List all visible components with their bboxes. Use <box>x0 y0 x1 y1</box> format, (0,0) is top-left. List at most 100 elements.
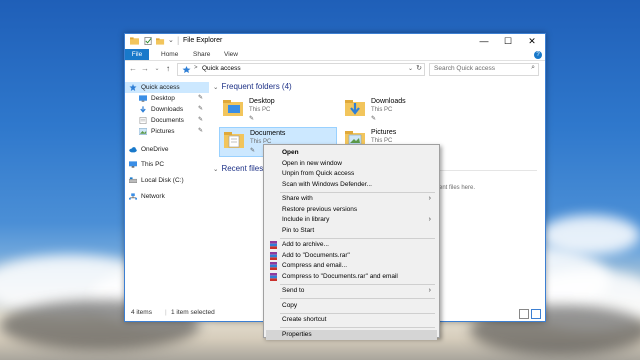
sidebar-item-label: Quick access <box>141 84 180 91</box>
sidebar-item-this-pc[interactable]: This PC <box>125 159 209 170</box>
menu-item-open[interactable]: Open <box>266 148 437 158</box>
submenu-arrow-icon: › <box>428 216 431 223</box>
large-icons-view-icon[interactable] <box>531 309 541 319</box>
search-box[interactable]: Search Quick access ⌕ <box>429 63 539 76</box>
menu-item-copy[interactable]: Copy <box>266 301 437 311</box>
sidebar-item-documents[interactable]: Documents ✎ <box>125 115 209 126</box>
properties-quick-icon[interactable] <box>144 37 153 45</box>
sidebar-item-onedrive[interactable]: OneDrive <box>125 144 209 155</box>
menu-item-properties[interactable]: Properties <box>266 329 437 340</box>
pin-icon: ✎ <box>197 95 203 101</box>
menu-item-open-in-new-window[interactable]: Open in new window <box>266 159 437 169</box>
menu-item-share-with[interactable]: Share with › <box>266 194 437 204</box>
tab-share[interactable]: Share <box>193 49 210 60</box>
pictures-folder-icon <box>139 128 147 135</box>
sidebar-item-label: OneDrive <box>141 146 169 153</box>
sidebar-item-local-disk[interactable]: Local Disk (C:) <box>125 175 209 186</box>
refresh-icon[interactable]: ↻ <box>416 64 422 72</box>
frequent-folders-header[interactable]: ⌄ Frequent folders (4) <box>213 82 292 91</box>
folder-app-icon <box>130 37 139 45</box>
submenu-arrow-icon: › <box>428 195 431 202</box>
ribbon-tab-bar: File Home Share View ? <box>125 49 545 61</box>
menu-separator <box>280 237 435 239</box>
menu-item-pin-to-start[interactable]: Pin to Start <box>266 226 437 236</box>
menu-item-label: Unpin from Quick access <box>282 170 355 177</box>
winrar-icon <box>270 272 277 281</box>
sidebar-item-label: Local Disk (C:) <box>141 177 184 184</box>
menu-separator <box>280 312 435 314</box>
pin-icon: ✎ <box>371 116 377 122</box>
disk-icon <box>129 177 137 183</box>
tab-view[interactable]: View <box>224 49 238 60</box>
recent-locations-dropdown[interactable]: ⌄ <box>152 63 162 75</box>
minimize-button[interactable]: — <box>473 34 495 49</box>
close-button[interactable]: ✕ <box>521 34 543 49</box>
menu-separator <box>280 283 435 285</box>
sidebar-item-label: Desktop <box>151 95 175 102</box>
menu-item-scan-with-windows-defender[interactable]: Scan with Windows Defender... <box>266 180 437 190</box>
menu-item-label: Restore previous versions <box>282 205 358 213</box>
menu-item-create-shortcut[interactable]: Create shortcut <box>266 315 437 325</box>
menu-item-label: Open <box>282 149 299 156</box>
customize-quick-access-dropdown-icon[interactable]: ⌄ <box>168 36 174 44</box>
forward-button[interactable]: → <box>140 63 150 75</box>
network-icon <box>129 193 137 200</box>
desktop-folder-icon <box>223 100 243 116</box>
onedrive-icon <box>129 147 137 153</box>
folder-tile-downloads[interactable]: Downloads This PC ✎ <box>341 96 457 124</box>
chevron-down-icon: ⌄ <box>213 84 219 91</box>
details-view-icon[interactable] <box>519 309 529 319</box>
menu-item-compress-to-documents-rar-and-email[interactable]: Compress to "Documents.rar" and email <box>266 272 437 282</box>
search-icon: ⌕ <box>531 64 535 71</box>
pin-icon: ✎ <box>197 128 203 134</box>
submenu-arrow-icon: › <box>428 287 431 294</box>
menu-item-label: Open in new window <box>282 159 342 167</box>
address-dropdown-icon[interactable]: ⌄ <box>408 65 413 72</box>
menu-item-label: Share with <box>282 195 313 202</box>
help-icon[interactable]: ? <box>534 51 542 59</box>
search-input[interactable]: Search Quick access <box>434 65 495 72</box>
sidebar-item-desktop[interactable]: Desktop ✎ <box>125 93 209 104</box>
tab-file[interactable]: File <box>125 49 149 60</box>
tab-home[interactable]: Home <box>161 49 178 60</box>
menu-item-unpin-from-quick-access[interactable]: Unpin from Quick access <box>266 169 437 179</box>
menu-item-label: Properties <box>282 330 312 338</box>
back-button[interactable]: ← <box>128 63 138 75</box>
menu-item-label: Send to <box>282 287 305 294</box>
pin-icon: ✎ <box>197 117 203 123</box>
title-divider: | <box>177 35 180 45</box>
sidebar-item-quick-access[interactable]: Quick access <box>125 82 209 93</box>
new-folder-quick-icon[interactable] <box>156 37 165 45</box>
menu-item-add-to-documents-rar[interactable]: Add to "Documents.rar" <box>266 251 437 261</box>
sidebar-item-pictures[interactable]: Pictures ✎ <box>125 126 209 137</box>
sidebar-item-label: This PC <box>141 161 165 168</box>
frequent-folders-label: Frequent folders (4) <box>221 82 292 91</box>
selection-count: 1 item selected <box>171 309 215 316</box>
pin-icon: ✎ <box>197 106 203 112</box>
computer-icon <box>129 161 137 168</box>
menu-item-compress-and-email[interactable]: Compress and email... <box>266 261 437 271</box>
sidebar-item-label: Documents <box>151 117 184 124</box>
folder-location: This PC <box>371 107 393 113</box>
menu-item-send-to[interactable]: Send to › <box>266 286 437 296</box>
recent-files-header[interactable]: ⌄ Recent files <box>213 164 263 173</box>
sidebar-item-downloads[interactable]: Downloads ✎ <box>125 104 209 115</box>
menu-item-restore-previous-versions[interactable]: Restore previous versions <box>266 205 437 215</box>
documents-folder-icon <box>224 132 244 148</box>
menu-item-add-to-archive[interactable]: Add to archive... <box>266 240 437 250</box>
menu-item-label: Add to "Documents.rar" <box>282 251 350 259</box>
item-count: 4 items <box>131 309 152 316</box>
sidebar-item-network[interactable]: Network <box>125 191 209 202</box>
menu-item-include-in-library[interactable]: Include in library › <box>266 215 437 225</box>
status-divider: | <box>165 309 167 316</box>
menu-item-label: Include in library <box>282 216 330 223</box>
folder-tile-desktop[interactable]: Desktop This PC ✎ <box>219 96 335 124</box>
folder-name: Documents <box>250 130 286 137</box>
pin-icon: ✎ <box>250 148 256 154</box>
up-button[interactable]: ↑ <box>163 63 173 75</box>
maximize-button[interactable]: ☐ <box>497 34 519 49</box>
address-bar[interactable]: > Quick access ⌄ ↻ <box>177 63 425 76</box>
documents-folder-icon <box>139 117 147 124</box>
breadcrumb-quick-access[interactable]: Quick access <box>202 65 241 72</box>
downloads-folder-icon <box>140 106 146 113</box>
